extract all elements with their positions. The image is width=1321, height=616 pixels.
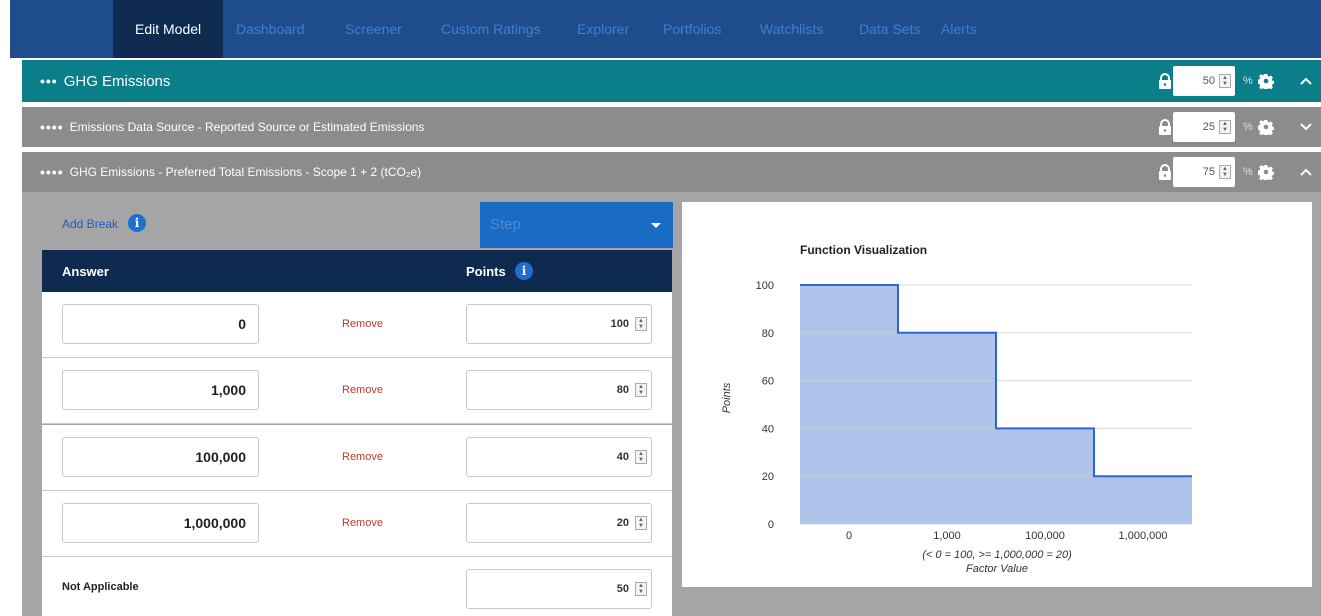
tab-alerts[interactable]: Alerts <box>941 0 977 58</box>
spinner[interactable]: ▲ ▼ <box>635 516 647 530</box>
y-tick-label: 60 <box>762 376 774 388</box>
weight-value: 25 <box>1202 121 1215 133</box>
tab-screener[interactable]: Screener <box>345 0 402 58</box>
function-visualization-card: Function Visualization Points (< 0 = 100… <box>682 202 1312 587</box>
y-axis-label: Points <box>721 382 733 413</box>
not-applicable-label: Not Applicable <box>62 581 139 593</box>
points-value: 80 <box>616 384 629 396</box>
percent-sign: % <box>1243 75 1253 87</box>
function-type-select[interactable]: Step <box>480 202 673 248</box>
chevron-down-icon <box>651 223 661 228</box>
spinner[interactable]: ▲ ▼ <box>635 582 647 596</box>
panel-title-text: GHG Emissions - Preferred Total Emission… <box>69 165 422 179</box>
answer-input[interactable]: 0 <box>62 304 259 344</box>
tab-portfolios[interactable]: Portfolios <box>663 0 721 58</box>
panel-title: •••• Emissions Data Source - Reported Sou… <box>40 107 424 147</box>
table-header: Answer Points i <box>42 250 672 292</box>
spinner[interactable]: ▲ ▼ <box>1219 120 1231 134</box>
tab-explorer[interactable]: Explorer <box>577 0 629 58</box>
spinner[interactable]: ▲ ▼ <box>1219 74 1231 88</box>
panel-title: ••• GHG Emissions <box>40 60 170 102</box>
points-input[interactable]: 100 ▲ ▼ <box>466 304 652 344</box>
chevron-up-icon[interactable] <box>1299 76 1313 86</box>
tab-edit-model[interactable]: Edit Model <box>113 0 224 58</box>
percent-sign: % <box>1243 121 1253 133</box>
weight-value: 75 <box>1202 166 1215 178</box>
panel-title-text: GHG Emissions <box>63 72 171 90</box>
gear-icon[interactable] <box>1258 73 1274 89</box>
points-input[interactable]: 80 ▲ ▼ <box>466 370 652 410</box>
tab-dashboard[interactable]: Dashboard <box>236 0 305 58</box>
x-tick-label: 1,000,000 <box>1119 530 1168 542</box>
panel-ghg-emissions[interactable]: ••• GHG Emissions 50 ▲ ▼ % <box>22 60 1321 102</box>
info-icon[interactable]: i <box>128 214 146 232</box>
panel-preferred-total-emissions[interactable]: •••• GHG Emissions - Preferred Total Emis… <box>22 152 1321 192</box>
gear-icon[interactable] <box>1258 164 1274 180</box>
x-tick-label: 0 <box>846 530 852 542</box>
drag-handle[interactable]: •••• <box>40 164 64 180</box>
tab-watchlists[interactable]: Watchlists <box>760 0 823 58</box>
panel-emissions-data-source[interactable]: •••• Emissions Data Source - Reported Sou… <box>22 107 1321 147</box>
x-axis-note: (< 0 = 100, >= 1,000,000 = 20) <box>922 549 1072 561</box>
table-row: 0 Remove 100 ▲ ▼ <box>42 292 672 358</box>
points-value: 40 <box>616 451 629 463</box>
table-row: 100,000 Remove 40 ▲ ▼ <box>42 425 672 491</box>
column-header-answer: Answer <box>62 264 109 279</box>
table-row: 1,000 Remove 80 ▲ ▼ <box>42 358 672 424</box>
gear-icon[interactable] <box>1258 119 1274 135</box>
lock-icon[interactable] <box>1158 73 1172 89</box>
column-header-points: Points <box>466 264 506 279</box>
y-tick-label: 0 <box>768 519 774 531</box>
remove-link[interactable]: Remove <box>342 451 383 463</box>
answer-input[interactable]: 100,000 <box>62 437 259 477</box>
left-gutter <box>0 0 10 616</box>
drag-handle[interactable]: ••• <box>40 73 58 89</box>
chevron-down-icon[interactable] <box>1299 122 1313 132</box>
spinner[interactable]: ▲ ▼ <box>1219 165 1231 179</box>
y-tick-label: 80 <box>762 328 774 340</box>
tab-custom-ratings[interactable]: Custom Ratings <box>441 0 541 58</box>
spinner[interactable]: ▲ ▼ <box>635 383 647 397</box>
tab-data-sets[interactable]: Data Sets <box>859 0 920 58</box>
panel-title-text: Emissions Data Source - Reported Source … <box>69 120 425 134</box>
chevron-up-icon[interactable] <box>1299 167 1313 177</box>
function-visualization-chart: Function Visualization Points (< 0 = 100… <box>721 243 1192 575</box>
chart-title: Function Visualization <box>800 243 927 257</box>
select-value: Step <box>490 216 521 233</box>
add-break-link[interactable]: Add Break <box>62 217 118 231</box>
top-navigation: Edit Model Dashboard Screener Custom Rat… <box>10 0 1321 58</box>
percent-sign: % <box>1243 166 1253 178</box>
points-value: 20 <box>616 517 629 529</box>
table-row: 1,000,000 Remove 20 ▲ ▼ <box>42 491 672 557</box>
y-tick-label: 40 <box>762 423 774 435</box>
remove-link[interactable]: Remove <box>342 384 383 396</box>
x-axis-label: Factor Value <box>966 563 1028 575</box>
x-tick-label: 1,000 <box>933 530 961 542</box>
x-tick-label: 100,000 <box>1025 530 1065 542</box>
answer-input[interactable]: 1,000,000 <box>62 503 259 543</box>
spinner[interactable]: ▲ ▼ <box>635 317 647 331</box>
scoring-editor: Add Break i Step Answer Points i 0 Remov… <box>22 192 1321 616</box>
info-icon[interactable]: i <box>515 262 533 280</box>
panel-title: •••• GHG Emissions - Preferred Total Emis… <box>40 152 421 192</box>
weight-input[interactable]: 50 ▲ ▼ <box>1173 66 1235 96</box>
y-tick-label: 100 <box>756 280 774 292</box>
weight-input[interactable]: 25 ▲ ▼ <box>1173 112 1235 142</box>
drag-handle[interactable]: •••• <box>40 119 64 135</box>
points-input[interactable]: 40 ▲ ▼ <box>466 437 652 477</box>
lock-icon[interactable] <box>1158 119 1172 135</box>
points-value: 100 <box>610 318 629 330</box>
points-value: 50 <box>616 583 629 595</box>
points-input[interactable]: 50 ▲ ▼ <box>466 569 652 609</box>
y-tick-label: 20 <box>762 471 774 483</box>
not-applicable-row: Not Applicable 50 ▲ ▼ <box>42 557 672 616</box>
spinner[interactable]: ▲ ▼ <box>635 450 647 464</box>
weight-value: 50 <box>1202 75 1215 87</box>
lock-icon[interactable] <box>1158 164 1172 180</box>
answer-input[interactable]: 1,000 <box>62 370 259 410</box>
weight-input[interactable]: 75 ▲ ▼ <box>1173 157 1235 187</box>
points-input[interactable]: 20 ▲ ▼ <box>466 503 652 543</box>
remove-link[interactable]: Remove <box>342 318 383 330</box>
remove-link[interactable]: Remove <box>342 517 383 529</box>
